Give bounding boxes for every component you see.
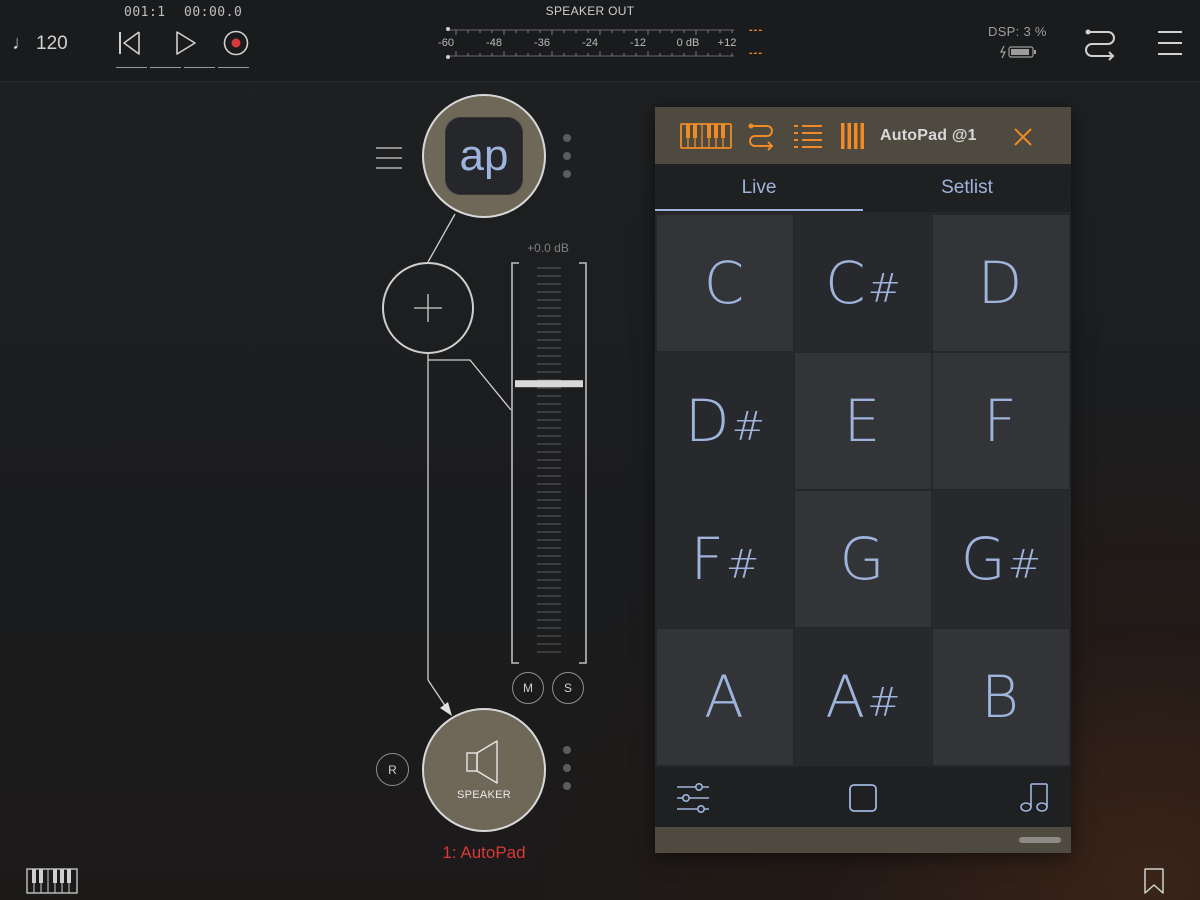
dsp-load: DSP: 3 % bbox=[988, 24, 1047, 39]
panel-title: AutoPad @1 bbox=[880, 127, 977, 144]
pad-note: C bbox=[703, 249, 745, 317]
bookmark-icon[interactable] bbox=[1143, 868, 1165, 894]
song-time: 00:00.0 bbox=[184, 5, 243, 20]
plugin-panel: AutoPad @1 Live Setlist C C # D D # E F F #… bbox=[655, 107, 1071, 853]
pad-note: C bbox=[824, 249, 866, 317]
meter-scale-label: 0 dB bbox=[676, 37, 700, 49]
panel-resize-handle[interactable] bbox=[1019, 837, 1061, 843]
pad-b[interactable]: B bbox=[933, 629, 1069, 765]
pad-note: A bbox=[704, 663, 744, 731]
meter-scale-label: -12 bbox=[630, 37, 646, 49]
close-icon[interactable] bbox=[1011, 125, 1035, 149]
pads-icon bbox=[841, 123, 864, 149]
node-menu-icon[interactable] bbox=[375, 144, 403, 172]
mute-button[interactable]: M bbox=[512, 672, 544, 704]
meter-scale: -60 -48 -36 -24 -12 0 dB +12 bbox=[436, 37, 746, 51]
autopad-app-icon: ap bbox=[445, 117, 523, 195]
pad-note: D bbox=[684, 387, 730, 455]
plus-icon bbox=[414, 294, 442, 322]
pad-a[interactable]: A bbox=[657, 629, 793, 765]
quarter-note-icon: ♩ bbox=[12, 32, 32, 54]
meter-scale-label: -48 bbox=[486, 37, 502, 49]
tempo-display[interactable]: ♩ 120 bbox=[12, 32, 68, 55]
pad-note: G bbox=[960, 525, 1006, 593]
pad-c[interactable]: C bbox=[657, 215, 793, 351]
meter-scale-label: +12 bbox=[717, 37, 737, 49]
panel-tabbar: Live Setlist bbox=[655, 164, 1071, 212]
pad-note: F bbox=[983, 387, 1017, 455]
pad-f[interactable]: F bbox=[933, 353, 1069, 489]
pad-g[interactable]: G bbox=[795, 491, 931, 627]
pad-c-sharp[interactable]: C # bbox=[795, 215, 931, 351]
pad-note: B bbox=[981, 663, 1019, 731]
record-icon bbox=[223, 30, 249, 56]
pad-d[interactable]: D bbox=[933, 215, 1069, 351]
routing-tab[interactable] bbox=[745, 121, 777, 151]
speaker-label: SPEAKER bbox=[456, 789, 512, 801]
active-tab-indicator bbox=[655, 209, 863, 211]
node-more-icon[interactable] bbox=[562, 746, 572, 790]
add-node-button[interactable] bbox=[382, 262, 474, 354]
song-position: 001:1 bbox=[124, 5, 166, 20]
keyboard-tab[interactable] bbox=[679, 121, 733, 151]
instrument-node[interactable]: ap bbox=[422, 94, 546, 218]
tab-setlist[interactable]: Setlist bbox=[863, 164, 1071, 212]
pads-tab[interactable] bbox=[839, 121, 867, 151]
tab-live[interactable]: Live bbox=[655, 164, 863, 212]
pad-d-sharp[interactable]: D # bbox=[657, 353, 793, 489]
routing-icon[interactable] bbox=[1082, 26, 1118, 62]
pad-f-sharp[interactable]: F # bbox=[657, 491, 793, 627]
record-button[interactable] bbox=[221, 28, 251, 58]
pad-sharp: # bbox=[731, 404, 766, 450]
music-notes-icon[interactable] bbox=[1019, 780, 1049, 814]
transport-divider bbox=[116, 67, 250, 68]
routing-icon bbox=[748, 123, 774, 151]
tempo-value: 120 bbox=[36, 33, 68, 54]
pad-note: D bbox=[977, 249, 1023, 317]
pad-sharp: # bbox=[1007, 542, 1042, 588]
pad-note: A bbox=[825, 663, 866, 731]
pad-a-sharp[interactable]: A # bbox=[795, 629, 931, 765]
pad-sharp: # bbox=[867, 266, 901, 312]
pad-sharp: # bbox=[725, 542, 760, 588]
pad-note: F bbox=[690, 525, 724, 593]
panel-resize-strip bbox=[655, 827, 1071, 853]
node-more-icon[interactable] bbox=[562, 134, 572, 178]
list-icon bbox=[794, 125, 822, 148]
peak-left-readout: --- bbox=[749, 24, 763, 36]
selected-node-name: 1: AutoPad bbox=[442, 843, 526, 862]
meter-title: SPEAKER OUT bbox=[545, 4, 635, 18]
rewind-button[interactable] bbox=[114, 28, 144, 58]
hamburger-menu-icon[interactable] bbox=[1156, 28, 1184, 58]
meter-scale-label: -24 bbox=[582, 37, 598, 49]
meter-scale-label: -36 bbox=[534, 37, 550, 49]
piano-keyboard-icon bbox=[680, 123, 732, 149]
speaker-output-node[interactable]: SPEAKER bbox=[422, 708, 546, 832]
pad-note: G bbox=[839, 525, 885, 593]
gain-readout: +0.0 dB bbox=[527, 241, 569, 255]
skip-back-icon bbox=[119, 31, 140, 55]
speaker-icon bbox=[466, 740, 498, 784]
preset-list-tab[interactable] bbox=[793, 121, 823, 151]
fader-handle[interactable] bbox=[515, 380, 583, 388]
solo-button[interactable]: S bbox=[552, 672, 584, 704]
piano-keyboard-icon[interactable] bbox=[26, 868, 78, 894]
battery-charging-icon bbox=[999, 45, 1036, 59]
pad-e[interactable]: E bbox=[795, 353, 931, 489]
pad-sharp: # bbox=[867, 680, 901, 726]
pad-note: E bbox=[843, 387, 881, 455]
note-pad-grid: C C # D D # E F F # G G # A A # B bbox=[657, 215, 1069, 767]
play-button[interactable] bbox=[170, 28, 200, 58]
record-arm-button[interactable]: R bbox=[376, 753, 409, 786]
pad-g-sharp[interactable]: G # bbox=[933, 491, 1069, 627]
play-icon bbox=[176, 31, 196, 55]
sliders-icon[interactable] bbox=[675, 782, 711, 814]
stop-icon[interactable] bbox=[847, 782, 879, 814]
volume-fader[interactable] bbox=[511, 262, 587, 664]
peak-right-readout: --- bbox=[749, 47, 763, 59]
meter-scale-label: -60 bbox=[438, 37, 454, 49]
